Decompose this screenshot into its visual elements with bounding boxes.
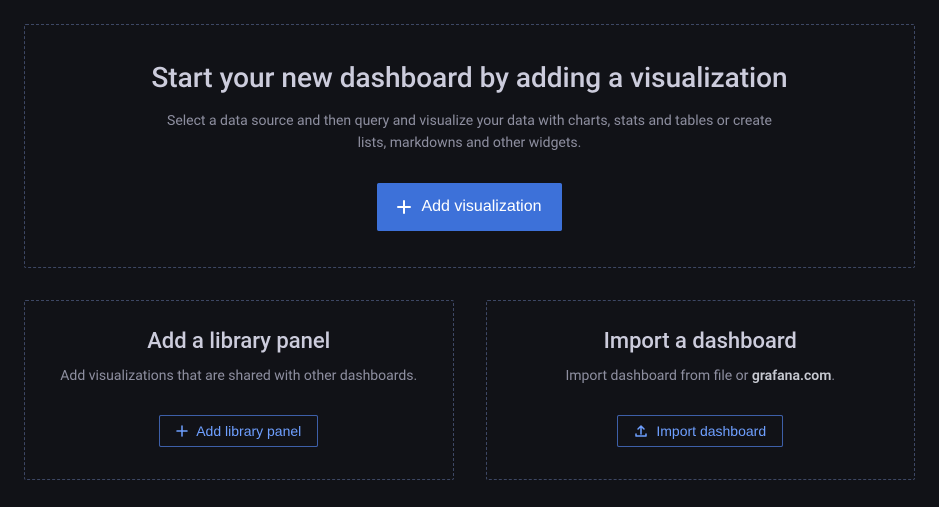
- plus-icon: [176, 425, 188, 437]
- new-dashboard-card: Start your new dashboard by adding a vis…: [24, 24, 915, 268]
- import-title: Import a dashboard: [511, 329, 891, 354]
- grafana-link: grafana.com: [752, 368, 831, 384]
- import-dashboard-card: Import a dashboard Import dashboard from…: [486, 300, 916, 480]
- plus-icon: [397, 200, 411, 214]
- main-subtitle: Select a data source and then query and …: [160, 110, 780, 155]
- import-dashboard-button[interactable]: Import dashboard: [617, 415, 783, 447]
- library-panel-card: Add a library panel Add visualizations t…: [24, 300, 454, 480]
- main-title: Start your new dashboard by adding a vis…: [49, 61, 890, 94]
- add-visualization-button[interactable]: Add visualization: [377, 183, 561, 231]
- upload-icon: [634, 424, 648, 438]
- add-visualization-label: Add visualization: [421, 198, 541, 216]
- library-title: Add a library panel: [49, 329, 429, 354]
- add-library-panel-label: Add library panel: [196, 423, 301, 439]
- library-description: Add visualizations that are shared with …: [49, 366, 429, 387]
- import-description: Import dashboard from file or grafana.co…: [511, 366, 891, 387]
- add-library-panel-button[interactable]: Add library panel: [159, 415, 318, 447]
- cards-row: Add a library panel Add visualizations t…: [24, 300, 915, 480]
- import-dashboard-label: Import dashboard: [656, 423, 766, 439]
